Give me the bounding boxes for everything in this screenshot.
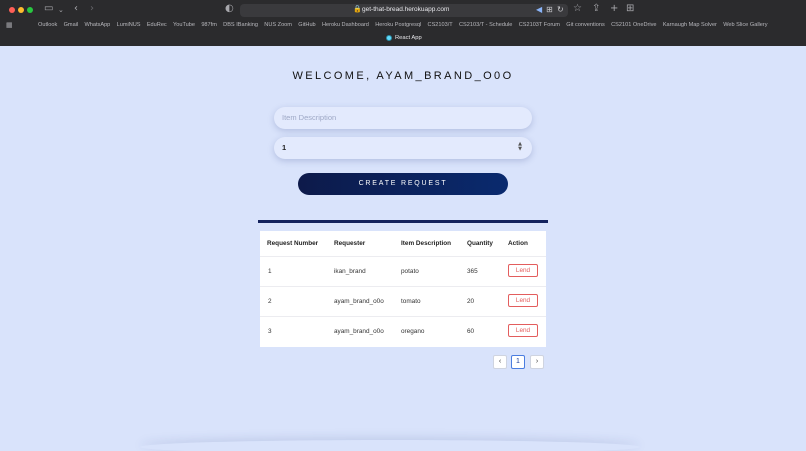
row-divider: [260, 286, 546, 287]
privacy-shield-icon[interactable]: ◐: [225, 3, 234, 15]
page-title: WELCOME, AYAM_BRAND_O0O: [292, 70, 514, 82]
bookmarks-grid-icon[interactable]: ▦: [6, 21, 13, 29]
cell-requester: ikan_brand: [334, 268, 366, 275]
lock-icon: 🔒: [353, 5, 362, 13]
cell-item-description: tomato: [401, 298, 421, 305]
bookmark-item[interactable]: CS2103/T: [428, 22, 453, 28]
column-header-request-number: Request Number: [267, 240, 319, 247]
create-request-button[interactable]: CREATE REQUEST: [298, 173, 508, 195]
translate-icon[interactable]: ⊞: [546, 5, 553, 14]
reload-icon[interactable]: ↻: [557, 5, 564, 14]
bookmark-item[interactable]: Karnaugh Map Solver: [663, 22, 717, 28]
bookmark-list: Outlook Gmail WhatsApp LumiNUS EduRec Yo…: [38, 22, 768, 28]
bookmark-item[interactable]: Git conventions: [566, 22, 605, 28]
sidebar-toggle-icon[interactable]: ▭: [44, 3, 53, 15]
bookmark-item[interactable]: EduRec: [147, 22, 167, 28]
forward-icon[interactable]: ›: [90, 3, 94, 15]
close-window-button[interactable]: [9, 7, 15, 13]
column-header-requester: Requester: [334, 240, 366, 247]
bookmarks-bar: ▦ Outlook Gmail WhatsApp LumiNUS EduRec …: [0, 21, 806, 32]
browser-toolbar: ▭ ⌄ ‹ › ◐ 🔒 get-that-bread.herokuapp.com…: [0, 0, 806, 19]
bookmark-item[interactable]: Gmail: [64, 22, 79, 28]
share-icon[interactable]: ⇪: [592, 3, 600, 15]
minimize-window-button[interactable]: [18, 7, 24, 13]
spinner-arrows-icon[interactable]: ▲ ▼: [518, 142, 522, 152]
bookmark-item[interactable]: CS2101 OneDrive: [611, 22, 656, 28]
bookmark-item[interactable]: 987fm: [201, 22, 217, 28]
column-header-quantity: Quantity: [467, 240, 493, 247]
cell-requester: ayam_brand_o0o: [334, 328, 384, 335]
bookmark-item[interactable]: LumiNUS: [117, 22, 141, 28]
item-description-placeholder: Item Description: [282, 113, 337, 122]
quantity-stepper[interactable]: 1 ▲ ▼: [274, 137, 532, 159]
lend-button[interactable]: Lend: [508, 264, 538, 277]
tab-overview-icon[interactable]: ⊞: [626, 3, 634, 15]
item-description-input[interactable]: Item Description: [274, 107, 532, 129]
chevron-down-icon[interactable]: ⌄: [58, 4, 64, 16]
browser-chrome: ▭ ⌄ ‹ › ◐ 🔒 get-that-bread.herokuapp.com…: [0, 0, 806, 46]
lend-button[interactable]: Lend: [508, 294, 538, 307]
address-bar[interactable]: 🔒 get-that-bread.herokuapp.com ◀ ⊞ ↻: [240, 4, 568, 17]
bookmark-item[interactable]: CS2103T Forum: [519, 22, 560, 28]
cell-quantity: 20: [467, 298, 475, 305]
pagination-next-button[interactable]: ›: [530, 355, 544, 369]
column-header-item-description: Item Description: [401, 240, 452, 247]
bookmark-item[interactable]: DBS IBanking: [223, 22, 258, 28]
downloads-icon[interactable]: ☆: [573, 3, 582, 15]
tab-react-app[interactable]: React App: [386, 35, 422, 41]
bookmark-item[interactable]: CS2103/T - Schedule: [459, 22, 512, 28]
zoom-window-button[interactable]: [27, 7, 33, 13]
audio-icon[interactable]: ◀: [536, 5, 542, 14]
new-tab-icon[interactable]: +: [610, 3, 618, 15]
bookmark-item[interactable]: NUS Zoom: [264, 22, 292, 28]
cell-request-number: 1: [268, 268, 272, 275]
url-text: get-that-bread.herokuapp.com: [362, 6, 450, 13]
row-divider: [260, 316, 546, 317]
cell-item-description: oregano: [401, 328, 425, 335]
bookmark-item[interactable]: Web Slice Gallery: [723, 22, 767, 28]
cell-item-description: potato: [401, 268, 419, 275]
cell-request-number: 2: [268, 298, 272, 305]
pagination-page-button[interactable]: 1: [511, 355, 525, 369]
bookmark-item[interactable]: Outlook: [38, 22, 57, 28]
bookmark-item[interactable]: YouTube: [173, 22, 195, 28]
column-header-action: Action: [508, 240, 528, 247]
bottom-card-edge: [140, 440, 640, 451]
bookmark-item[interactable]: GitHub: [298, 22, 315, 28]
pagination-prev-button[interactable]: ‹: [493, 355, 507, 369]
bookmark-item[interactable]: WhatsApp: [84, 22, 110, 28]
cell-quantity: 60: [467, 328, 475, 335]
back-icon[interactable]: ‹: [74, 3, 78, 15]
tab-title: React App: [395, 35, 422, 41]
react-favicon-icon: [386, 35, 392, 41]
lend-button[interactable]: Lend: [508, 324, 538, 337]
bookmark-item[interactable]: Heroku Postgresql: [375, 22, 421, 28]
tab-bar: React App: [0, 34, 806, 46]
cell-request-number: 3: [268, 328, 272, 335]
cell-requester: ayam_brand_o0o: [334, 298, 384, 305]
cell-quantity: 365: [467, 268, 478, 275]
row-divider: [260, 256, 546, 257]
quantity-value: 1: [282, 143, 287, 152]
bookmark-item[interactable]: Heroku Dashboard: [322, 22, 369, 28]
section-divider: [258, 220, 548, 223]
